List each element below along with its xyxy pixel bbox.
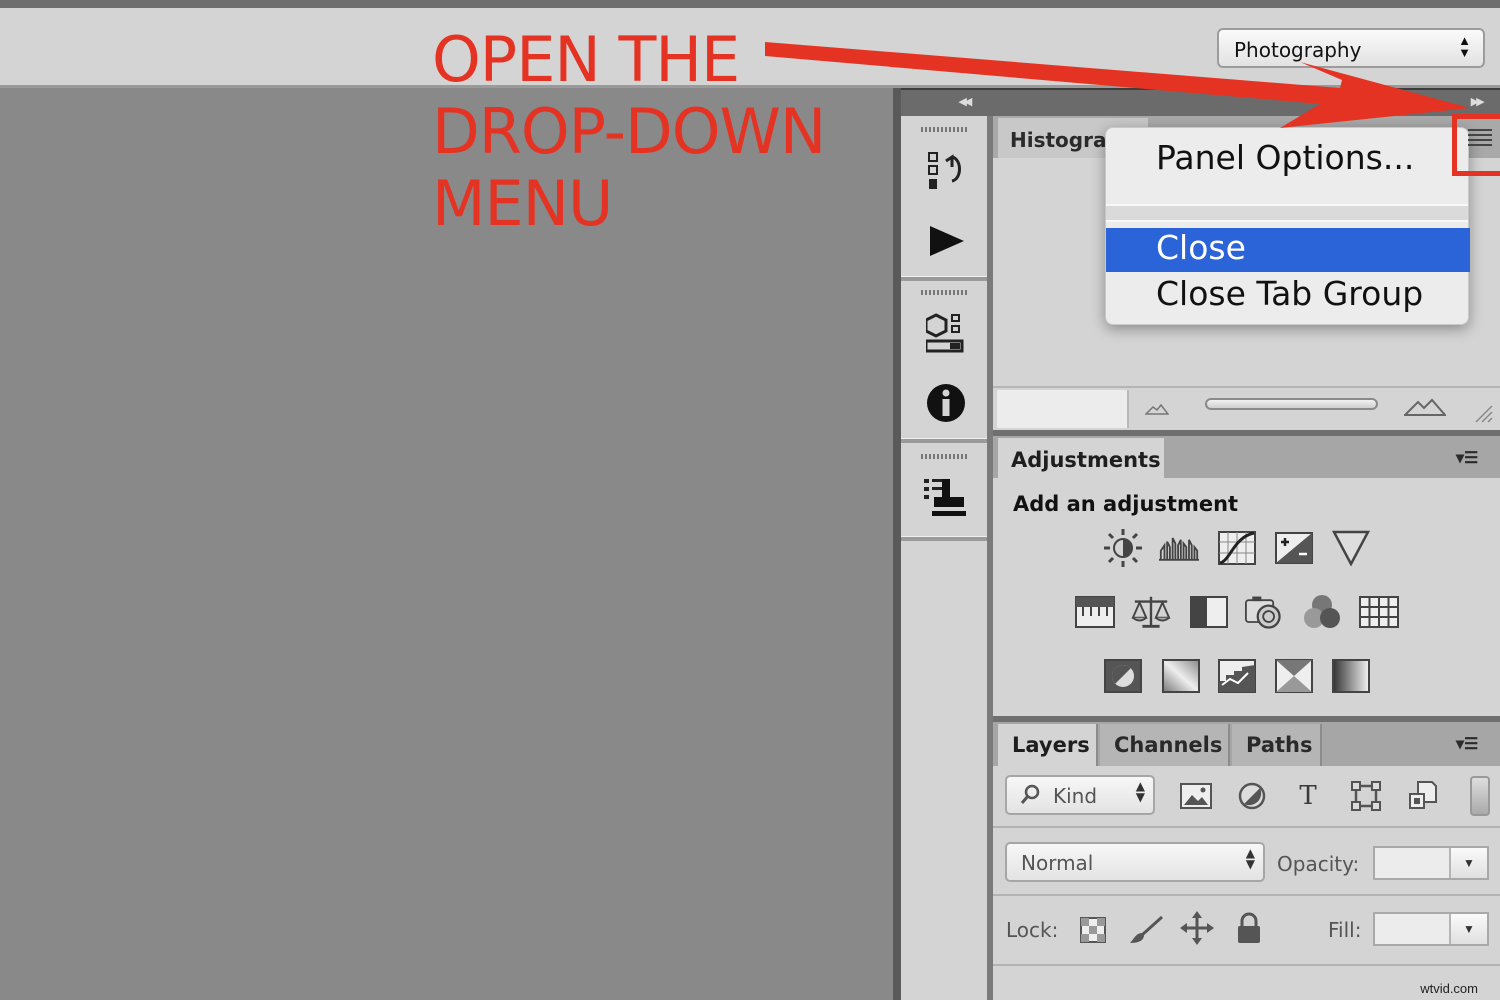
- levels-icon[interactable]: [1159, 528, 1199, 568]
- collapsed-panel-column: [901, 116, 993, 1000]
- exposure-icon[interactable]: [1274, 528, 1314, 568]
- watermark: wtvid.com: [1420, 981, 1478, 996]
- select-arrows-icon: ▲ ▼: [1245, 846, 1255, 871]
- row-separator: [993, 826, 1500, 828]
- opacity-label: Opacity:: [1277, 852, 1360, 876]
- properties-icon[interactable]: [923, 310, 969, 356]
- lock-label: Lock:: [1006, 918, 1059, 942]
- tab-adjustments-label: Adjustments: [1011, 448, 1161, 472]
- chevron-down-icon[interactable]: ▼: [1449, 848, 1487, 878]
- black-white-icon[interactable]: [1189, 592, 1229, 632]
- lock-position-move-icon[interactable]: [1179, 910, 1215, 946]
- tab-paths[interactable]: Paths: [1232, 724, 1322, 766]
- menu-item-close[interactable]: Close: [1106, 228, 1470, 272]
- brightness-contrast-icon[interactable]: [1103, 528, 1143, 568]
- opacity-input[interactable]: ▼: [1373, 846, 1489, 880]
- layers-panel-menu-icon[interactable]: ▾☰: [1456, 734, 1490, 754]
- adjustments-panel-menu-icon[interactable]: ▾☰: [1456, 448, 1490, 468]
- color-lookup-icon[interactable]: [1359, 592, 1399, 632]
- channel-mixer-icon[interactable]: [1302, 592, 1342, 632]
- tab-layers[interactable]: Layers: [998, 724, 1098, 766]
- menu-separator: [1106, 204, 1468, 222]
- row-separator: [993, 894, 1500, 896]
- threshold-icon[interactable]: [1217, 656, 1257, 696]
- adjustment-layer-filter-icon[interactable]: [1234, 778, 1270, 814]
- gradient-map-icon[interactable]: [1331, 656, 1371, 696]
- pixel-layer-filter-icon[interactable]: [1178, 778, 1214, 814]
- invert-icon[interactable]: [1103, 656, 1143, 696]
- row-separator: [993, 964, 1500, 966]
- hue-saturation-icon[interactable]: [1075, 592, 1115, 632]
- fill-label: Fill:: [1328, 918, 1362, 942]
- info-icon[interactable]: [923, 380, 969, 426]
- tab-channels[interactable]: Channels: [1100, 724, 1230, 766]
- column-separator: [901, 536, 987, 541]
- type-layer-filter-icon[interactable]: T: [1290, 778, 1326, 814]
- column-separator: [901, 276, 987, 281]
- adjustments-heading: Add an adjustment: [1013, 492, 1239, 516]
- photo-filter-icon[interactable]: [1245, 592, 1285, 632]
- layer-filter-kind-select[interactable]: Kind ▲ ▼: [1005, 775, 1155, 815]
- color-balance-icon[interactable]: [1131, 592, 1171, 632]
- small-mountain-icon[interactable]: [1144, 402, 1170, 420]
- clone-source-icon[interactable]: [923, 474, 969, 520]
- column-separator: [901, 438, 987, 443]
- blend-mode-select[interactable]: Normal ▲ ▼: [1005, 842, 1265, 882]
- tab-adjustments[interactable]: Adjustments: [998, 438, 1164, 478]
- search-icon: [1019, 783, 1041, 810]
- lock-transparent-pixels-icon[interactable]: [1075, 912, 1111, 948]
- chevron-down-icon[interactable]: ▼: [1449, 914, 1487, 944]
- resize-grip-icon[interactable]: [1474, 404, 1494, 429]
- lock-all-icon[interactable]: [1231, 910, 1267, 946]
- grip-handle[interactable]: [921, 290, 967, 295]
- posterize-icon[interactable]: [1161, 656, 1201, 696]
- grip-handle[interactable]: [921, 454, 967, 459]
- filter-kind-label: Kind: [1053, 784, 1098, 808]
- annotation-arrow: [765, 42, 1470, 128]
- blend-mode-value: Normal: [1021, 851, 1094, 875]
- dock-divider[interactable]: [893, 88, 901, 1000]
- selective-color-icon[interactable]: [1274, 656, 1314, 696]
- menu-item-close-tab-group[interactable]: Close Tab Group: [1106, 274, 1470, 318]
- histogram-zoom-slider[interactable]: [1205, 398, 1378, 410]
- actions-play-icon[interactable]: [923, 218, 969, 264]
- vibrance-icon[interactable]: [1331, 528, 1371, 568]
- curves-icon[interactable]: [1217, 528, 1257, 568]
- filter-toggle-switch[interactable]: [1470, 776, 1490, 816]
- fill-input[interactable]: ▼: [1373, 912, 1489, 946]
- lock-image-pixels-brush-icon[interactable]: [1128, 912, 1164, 948]
- histogram-source-field[interactable]: [997, 390, 1129, 428]
- select-arrows-icon: ▲ ▼: [1135, 779, 1145, 804]
- smart-object-filter-icon[interactable]: [1405, 778, 1441, 814]
- shape-layer-filter-icon[interactable]: [1348, 778, 1384, 814]
- large-mountain-icon[interactable]: [1402, 398, 1448, 421]
